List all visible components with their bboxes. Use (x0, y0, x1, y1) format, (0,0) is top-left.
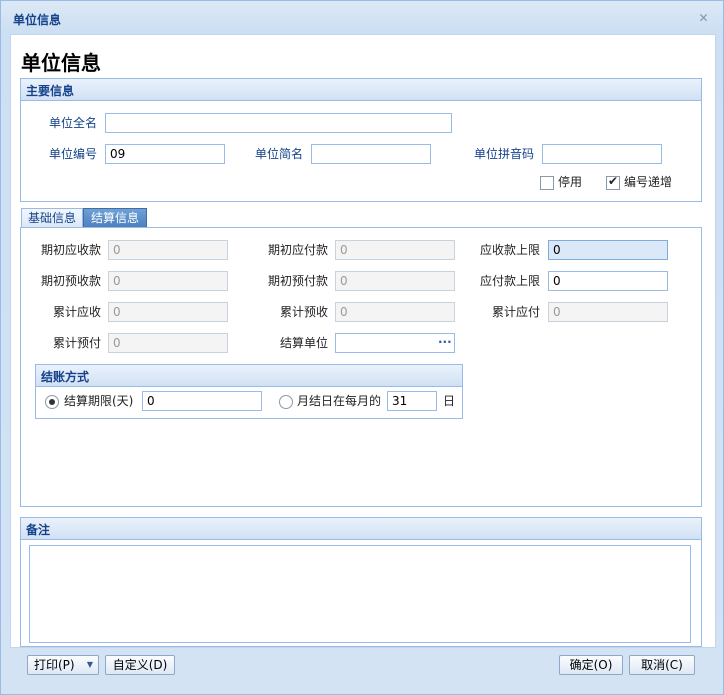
disabled-checkbox[interactable] (540, 176, 554, 190)
disabled-label: 停用 (558, 175, 583, 189)
pinyin-label: 单位拼音码 (474, 147, 535, 161)
opening-payable-input[interactable]: 0 (335, 240, 455, 260)
autoinc-checkbox[interactable]: ✔ (606, 174, 620, 190)
label-opening-payable: 期初应付款 (267, 243, 328, 257)
total-payable-input[interactable]: 0 (548, 302, 668, 322)
main-info-panel: 主要信息 单位全名 单位编号 09 单位简名 单位拼音码 停用 ✔ 编号递增 (20, 78, 702, 202)
tab-basic-info-label: 基础信息 (27, 211, 76, 225)
code-label: 单位编号 (49, 147, 98, 161)
opening-receivable-input[interactable]: 0 (108, 240, 228, 260)
monthly-day-unit: 日 (443, 394, 456, 408)
tab-basic-info[interactable]: 基础信息 (21, 208, 83, 228)
label-receivable-limit: 应收款上限 (479, 243, 540, 257)
window-title: 单位信息 (13, 13, 62, 27)
main-info-title: 主要信息 (26, 84, 75, 98)
label-total-receivable: 累计应收 (52, 305, 101, 319)
remarks-header: 备注 (21, 518, 701, 540)
radio-selected-dot (49, 399, 55, 405)
close-icon[interactable]: ✕ (698, 12, 709, 24)
fullname-input[interactable] (105, 113, 452, 133)
dialog-window: 单位信息 ✕ 单位信息 主要信息 单位全名 单位编号 09 单位简名 单位拼音码… (0, 0, 724, 695)
term-days-label: 结算期限(天) (64, 394, 134, 408)
customize-button[interactable]: 自定义(D) (105, 655, 175, 675)
label-total-advance-received: 累计预收 (279, 305, 328, 319)
label-settlement-unit: 结算单位 (279, 336, 328, 350)
term-days-input[interactable]: 0 (142, 391, 262, 411)
monthly-day-input[interactable]: 31 (387, 391, 437, 411)
shortname-input[interactable] (311, 144, 431, 164)
pinyin-input[interactable] (542, 144, 662, 164)
settlement-method-panel: 结账方式 结算期限(天) 0 月结日在每月的 31 日 (35, 364, 463, 419)
tab-settlement-info[interactable]: 结算信息 (83, 208, 147, 228)
print-button[interactable]: 打印(P) ▼ (27, 655, 99, 675)
remarks-title: 备注 (26, 523, 51, 537)
opening-advance-paid-input[interactable]: 0 (335, 271, 455, 291)
total-advance-paid-input[interactable]: 0 (108, 333, 228, 353)
code-input[interactable]: 09 (105, 144, 225, 164)
label-total-advance-paid: 累计预付 (52, 336, 101, 350)
settlement-method-header: 结账方式 (36, 365, 462, 387)
more-options-icon[interactable]: ··· (438, 335, 452, 349)
autoinc-label: 编号递增 (624, 175, 673, 189)
label-total-payable: 累计应付 (491, 305, 540, 319)
monthly-day-radio[interactable] (279, 395, 293, 409)
settlement-unit-input[interactable] (335, 333, 455, 353)
label-opening-advance-received: 期初预收款 (40, 274, 101, 288)
label-opening-advance-paid: 期初预付款 (267, 274, 328, 288)
cancel-button[interactable]: 取消(C) (629, 655, 695, 675)
opening-advance-received-input[interactable]: 0 (108, 271, 228, 291)
title-bar[interactable]: 单位信息 ✕ (1, 1, 723, 33)
payable-limit-input[interactable]: 0 (548, 271, 668, 291)
ok-button[interactable]: 确定(O) (559, 655, 623, 675)
page-title: 单位信息 (21, 51, 101, 75)
term-days-radio[interactable] (45, 395, 59, 409)
label-opening-receivable: 期初应收款 (40, 243, 101, 257)
settlement-panel: 期初应收款 0 期初应付款 0 应收款上限 0 期初预收款 0 期初预付款 0 … (20, 227, 702, 507)
main-info-header: 主要信息 (21, 79, 701, 101)
total-advance-received-input[interactable]: 0 (335, 302, 455, 322)
label-payable-limit: 应付款上限 (479, 274, 540, 288)
shortname-label: 单位简名 (255, 147, 304, 161)
remarks-textarea[interactable] (29, 545, 691, 643)
tab-settlement-info-label: 结算信息 (90, 211, 139, 225)
total-receivable-input[interactable]: 0 (108, 302, 228, 322)
chevron-down-icon[interactable]: ▼ (87, 656, 93, 674)
remarks-panel: 备注 (20, 517, 702, 647)
dialog-body: 单位信息 主要信息 单位全名 单位编号 09 单位简名 单位拼音码 停用 ✔ 编… (10, 34, 716, 648)
fullname-label: 单位全名 (49, 116, 98, 130)
monthly-day-label: 月结日在每月的 (297, 394, 382, 408)
print-button-label: 打印(P) (34, 658, 75, 672)
check-icon: ✔ (608, 174, 619, 188)
receivable-limit-input[interactable]: 0 (548, 240, 668, 260)
settlement-method-title: 结账方式 (41, 370, 90, 384)
